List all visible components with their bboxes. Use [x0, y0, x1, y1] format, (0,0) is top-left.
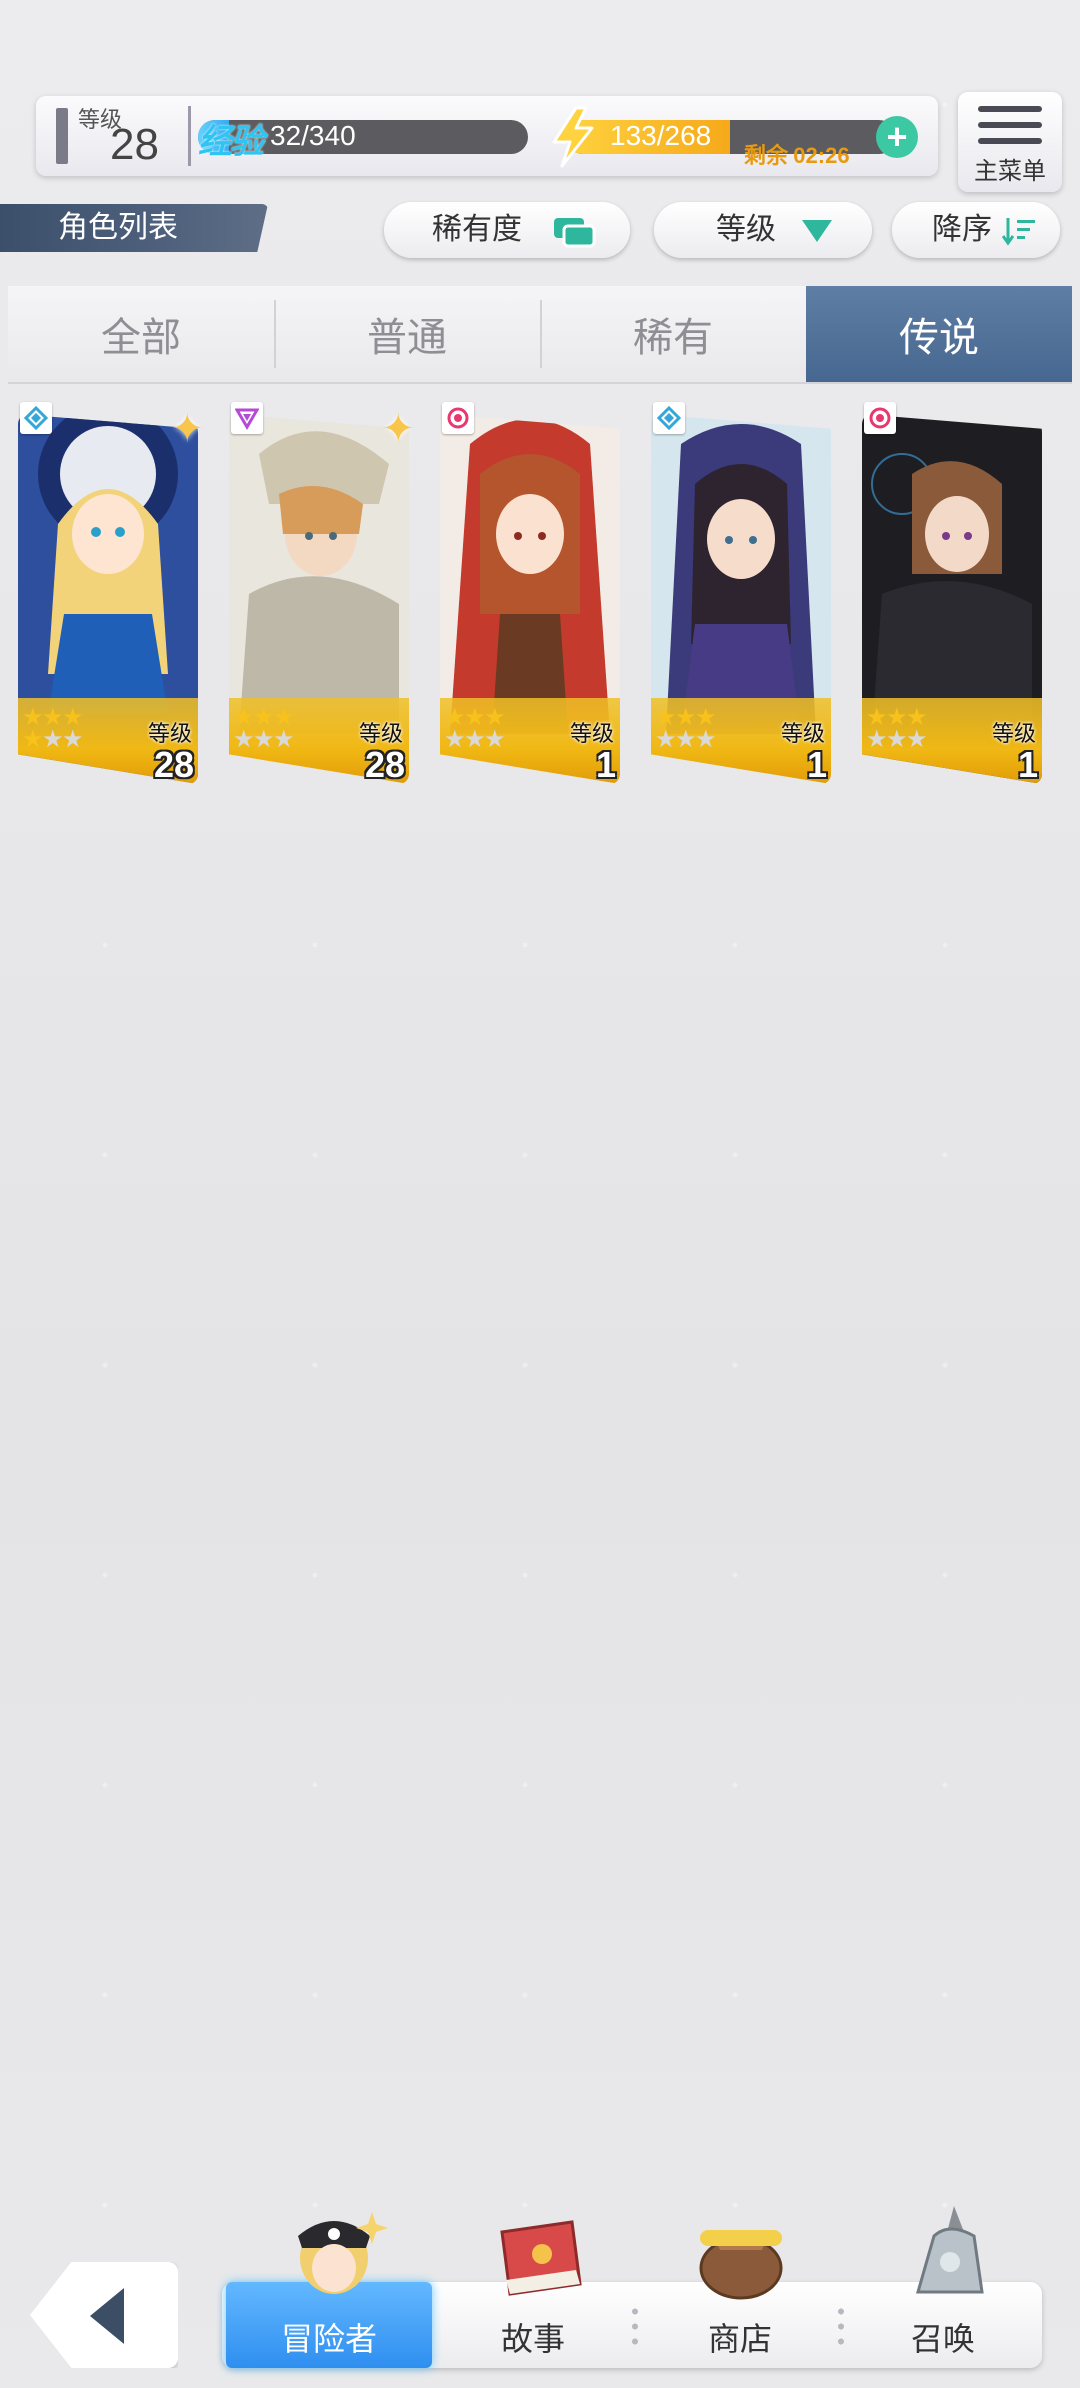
rarity-filter-button[interactable]: 稀有度 [384, 202, 630, 258]
star-empty-icon: ★ [695, 726, 717, 753]
star-empty-icon: ★ [444, 726, 466, 753]
star-empty-icon: ★ [906, 726, 928, 753]
star-empty-icon: ★ [886, 726, 908, 753]
level-sort-button[interactable]: 等级 [654, 202, 872, 258]
hamburger-icon [978, 106, 1042, 154]
summon-icon [916, 2206, 984, 2294]
character-card[interactable]: ✦ ★ ★ ★ ★ ★ ★ 等级 28 [18, 400, 204, 790]
character-grid: ✦ ★ ★ ★ ★ ★ ★ 等级 28 ✦ ★ ★ ★ ★ ★ ★ 等级 28 … [18, 400, 1068, 792]
character-card[interactable]: ✦ ★ ★ ★ ★ ★ ★ 等级 28 [229, 400, 415, 790]
rarity-stars: ★ ★ ★ ★ ★ ★ [444, 706, 554, 756]
timer-prefix: 剩余 [744, 143, 789, 168]
card-level-value: 28 [153, 744, 194, 785]
plus-icon: + [886, 116, 908, 157]
adventurer-avatar-icon [298, 2212, 388, 2294]
player-status-panel: 等级 28 经验 32/340 133/268 剩余 02:26 + [36, 96, 938, 176]
timer-value: 02:26 [793, 143, 850, 168]
rarity-tabs: 全部 普通 稀有 传说 [8, 286, 1072, 384]
card-level-value: 1 [595, 744, 616, 785]
flame-icon [442, 402, 474, 434]
divider [188, 106, 191, 166]
star-empty-icon: ★ [233, 726, 255, 753]
water-icon [20, 402, 52, 434]
rarity-filter-label: 稀有度 [432, 213, 522, 246]
nav-shop-label: 商店 [707, 2321, 772, 2357]
rarity-stars: ★ ★ ★ ★ ★ ★ [655, 706, 765, 756]
nav-story-label: 故事 [500, 2321, 565, 2357]
level-sort-label: 等级 [716, 213, 776, 246]
rarity-stars: ★ ★ ★ ★ ★ ★ [22, 706, 132, 756]
sparkle-icon: ✦ [381, 407, 415, 451]
stamina-timer: 剩余 02:26 [744, 138, 850, 170]
star-empty-icon: ★ [42, 726, 64, 753]
triangle-icon [231, 402, 263, 434]
card-level-value: 28 [364, 744, 405, 785]
cards-icon [554, 218, 596, 248]
flame-icon [864, 402, 896, 434]
descending-order-button[interactable]: 降序 [892, 202, 1060, 258]
sort-descending-icon [1002, 218, 1035, 246]
nav-summon-label: 召唤 [910, 2321, 975, 2357]
sparkle-icon: ✦ [170, 407, 204, 451]
star-icon: ★ [22, 726, 44, 753]
star-empty-icon: ★ [62, 726, 84, 753]
add-stamina-button[interactable]: + [876, 116, 918, 158]
star-empty-icon: ★ [273, 726, 295, 753]
card-level-value: 1 [1017, 744, 1038, 785]
main-menu-label: 主菜单 [974, 158, 1046, 185]
exp-value: 32/340 [270, 120, 356, 151]
tab-legendary[interactable]: 传说 [806, 286, 1072, 382]
star-empty-icon: ★ [253, 726, 275, 753]
star-empty-icon: ★ [655, 726, 677, 753]
star-empty-icon: ★ [866, 726, 888, 753]
order-label: 降序 [932, 213, 992, 246]
tab-rare[interactable]: 稀有 [540, 286, 806, 382]
chevron-left-icon [90, 2288, 124, 2344]
character-card[interactable]: ★ ★ ★ ★ ★ ★ 等级 1 [862, 400, 1042, 790]
tab-all[interactable]: 全部 [8, 286, 274, 382]
book-icon [500, 2220, 582, 2296]
shop-bag-icon [699, 2230, 783, 2300]
level-value: 28 [110, 120, 159, 169]
tab-common[interactable]: 普通 [274, 286, 540, 382]
character-card[interactable]: ★ ★ ★ ★ ★ ★ 等级 1 [440, 400, 620, 790]
character-card[interactable]: ★ ★ ★ ★ ★ ★ 等级 1 [651, 400, 831, 790]
nav-divider [632, 2304, 638, 2350]
lightning-icon [552, 106, 594, 168]
level-accent [56, 108, 68, 164]
water-icon [653, 402, 685, 434]
star-empty-icon: ★ [484, 726, 506, 753]
rarity-stars: ★ ★ ★ ★ ★ ★ [866, 706, 976, 756]
nav-divider [838, 2304, 844, 2350]
card-level-value: 1 [806, 744, 827, 785]
page-title: 角色列表 [0, 204, 268, 252]
rarity-stars: ★ ★ ★ ★ ★ ★ [233, 706, 343, 756]
star-empty-icon: ★ [675, 726, 697, 753]
exp-tag: 经验 [198, 123, 264, 161]
star-empty-icon: ★ [464, 726, 486, 753]
main-menu-button[interactable]: 主菜单 [958, 92, 1062, 192]
nav-adventurer-label: 冒险者 [280, 2321, 377, 2357]
triangle-down-icon [802, 220, 832, 242]
stamina-value: 133/268 [610, 120, 712, 151]
